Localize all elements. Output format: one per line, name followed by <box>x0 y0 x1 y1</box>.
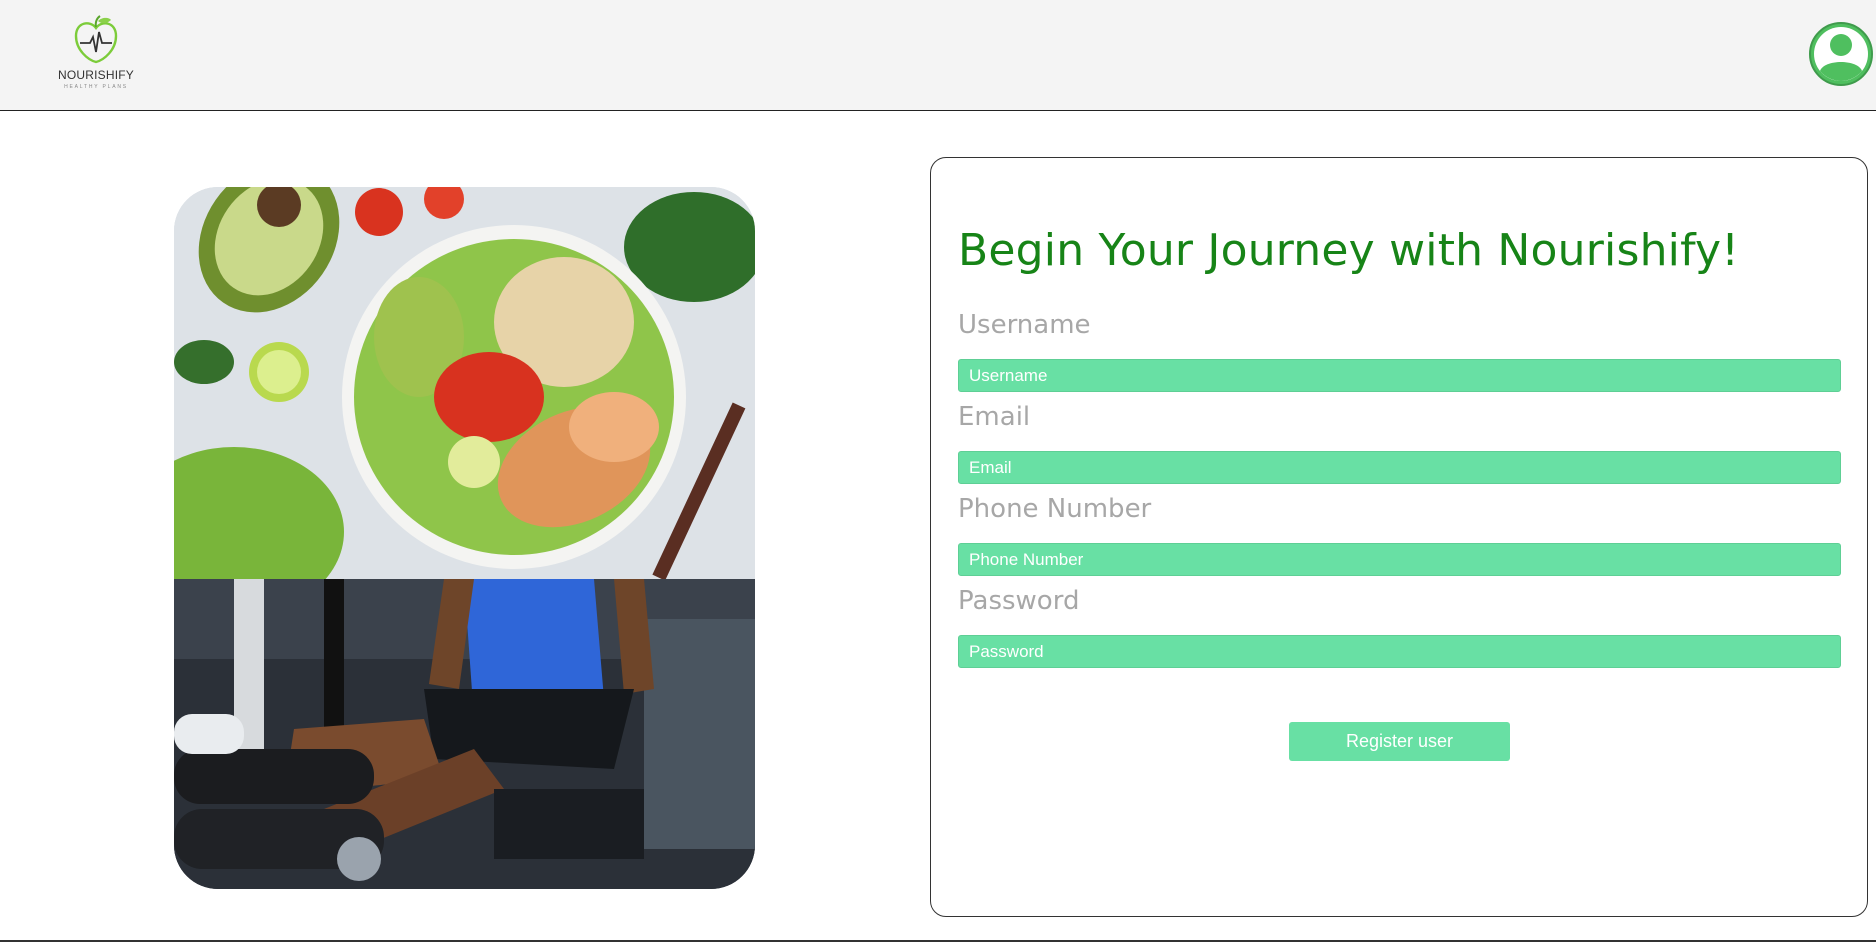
username-input[interactable] <box>958 359 1841 392</box>
meal-illustration <box>174 187 755 617</box>
page-title: Begin Your Journey with Nourishify! <box>958 225 1740 276</box>
password-label: Password <box>958 586 1080 616</box>
email-label: Email <box>958 402 1031 432</box>
user-circle-icon <box>1809 22 1873 86</box>
gym-illustration <box>174 579 755 889</box>
top-navbar: NOURISHIFY HEALTHY PLANS <box>0 0 1876 111</box>
username-label: Username <box>958 310 1091 340</box>
email-input[interactable] <box>958 451 1841 484</box>
healthy-meal-bowl-image <box>174 187 755 617</box>
gym-leg-extension-image <box>174 579 755 889</box>
logo-tagline: HEALTHY PLANS <box>64 84 128 90</box>
registration-card: Begin Your Journey with Nourishify! User… <box>930 157 1868 917</box>
register-user-button[interactable]: Register user <box>1289 722 1510 761</box>
password-input[interactable] <box>958 635 1841 668</box>
user-account-button[interactable] <box>1808 21 1874 87</box>
nourishify-logo[interactable]: NOURISHIFY HEALTHY PLANS <box>58 14 134 98</box>
hero-image-collage <box>174 187 755 889</box>
phone-number-input[interactable] <box>958 543 1841 576</box>
apple-heartbeat-icon <box>74 15 118 64</box>
phone-number-label: Phone Number <box>958 494 1152 524</box>
logo-name: NOURISHIFY <box>58 68 135 82</box>
